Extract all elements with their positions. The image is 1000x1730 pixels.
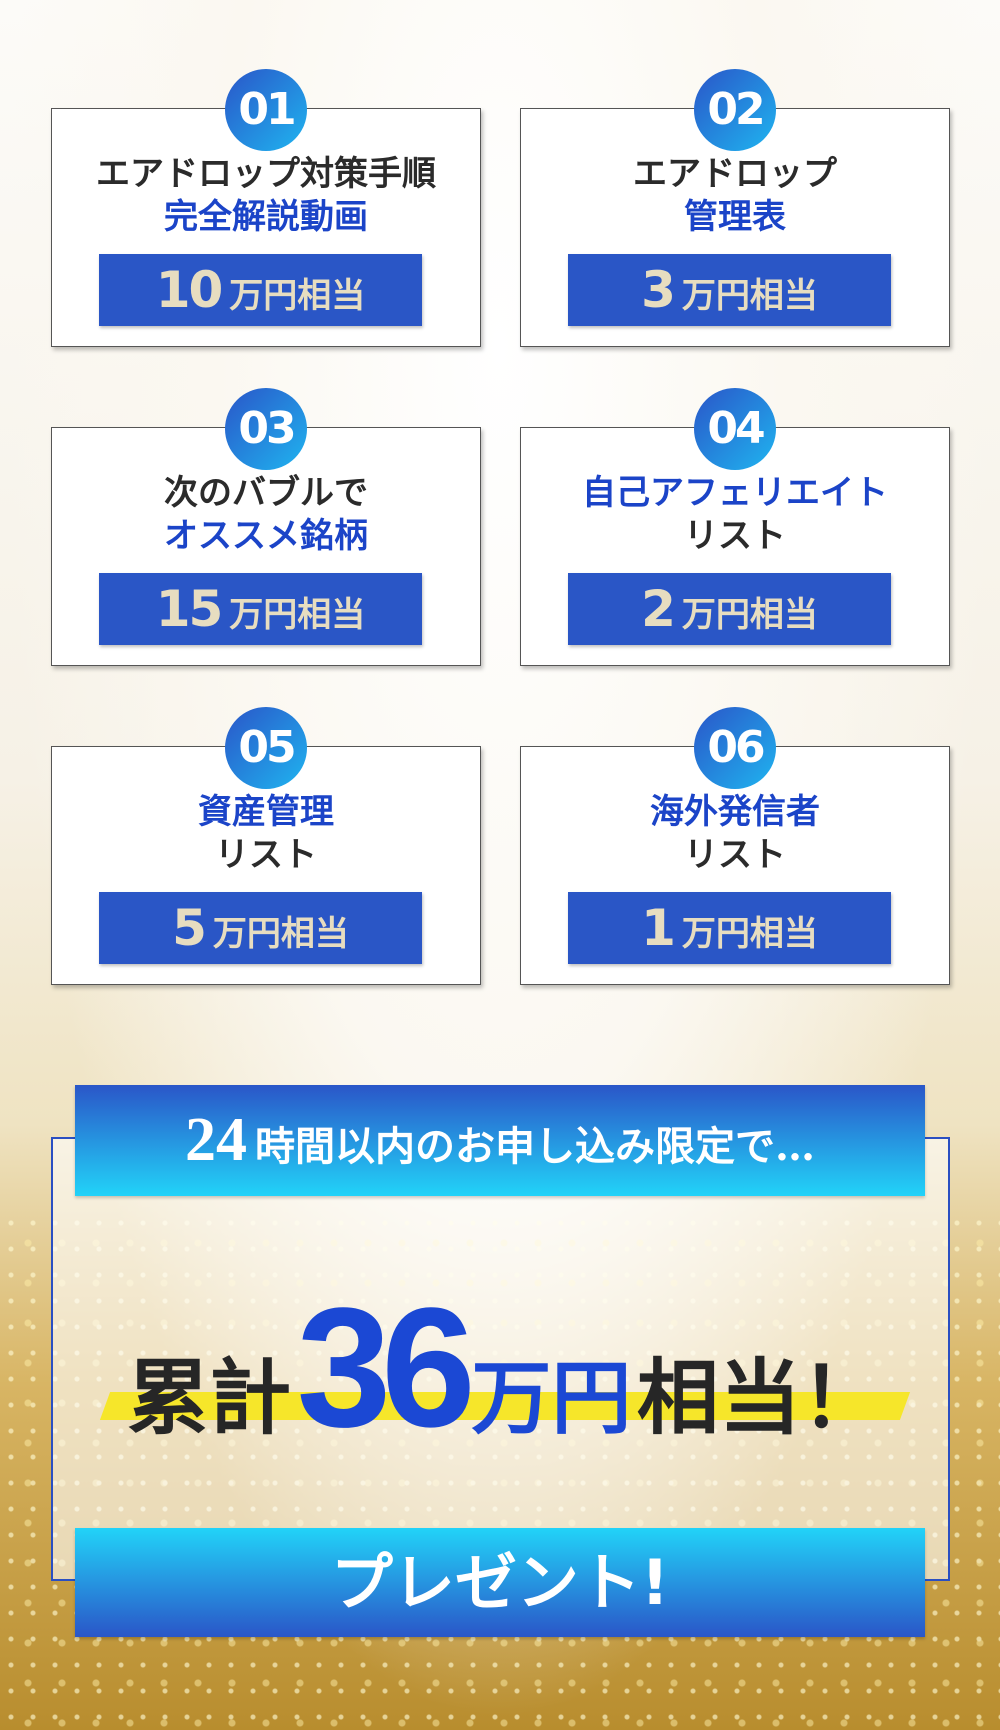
value-unit: 万円相当 bbox=[229, 276, 366, 316]
bonus-title: エアドロップ対策手順 完全解説動画 bbox=[52, 153, 480, 239]
value-unit: 万円相当 bbox=[229, 595, 366, 635]
value-bar: 5 万円相当 bbox=[99, 892, 422, 964]
value-bar: 10 万円相当 bbox=[99, 254, 422, 326]
value-number: 1 bbox=[641, 899, 676, 957]
number-badge: 02 bbox=[694, 69, 776, 151]
number-badge: 03 bbox=[225, 388, 307, 470]
bonus-card: 04 自己アフェリエイト リスト 2 万円相当 bbox=[520, 388, 950, 666]
bonus-title: 次のバブルで オススメ銘柄 bbox=[52, 472, 480, 558]
title-line-1: 海外発信者 bbox=[650, 792, 820, 832]
value-bar: 1 万円相当 bbox=[568, 892, 891, 964]
title-line-1: エアドロップ bbox=[633, 154, 837, 194]
limit-number: 24 bbox=[185, 1106, 247, 1174]
value-number: 10 bbox=[155, 261, 224, 319]
limit-text: 時間以内のお申し込み限定で… bbox=[255, 1123, 815, 1170]
value-unit: 万円相当 bbox=[681, 276, 818, 316]
value-number: 15 bbox=[155, 580, 224, 638]
number-badge: 01 bbox=[225, 69, 307, 151]
title-line-2: リスト bbox=[215, 835, 317, 875]
bonus-title: 自己アフェリエイト リスト bbox=[521, 472, 949, 558]
bonus-card: 05 資産管理 リスト 5 万円相当 bbox=[51, 707, 481, 985]
total-value: 36 bbox=[296, 1273, 476, 1463]
value-bar: 2 万円相当 bbox=[568, 573, 891, 645]
title-line-2: 完全解説動画 bbox=[164, 197, 368, 237]
title-line-1: 資産管理 bbox=[198, 792, 334, 832]
title-line-2: オススメ銘柄 bbox=[164, 516, 368, 556]
bonus-card: 06 海外発信者 リスト 1 万円相当 bbox=[520, 707, 950, 985]
value-unit: 万円相当 bbox=[681, 914, 818, 954]
title-line-1: エアドロップ対策手順 bbox=[96, 154, 436, 194]
value-unit: 万円相当 bbox=[681, 595, 818, 635]
value-bar: 15 万円相当 bbox=[99, 573, 422, 645]
title-line-2: リスト bbox=[684, 516, 786, 556]
bonus-card: 02 エアドロップ 管理表 3 万円相当 bbox=[520, 69, 950, 347]
value-number: 2 bbox=[641, 580, 676, 638]
total-value-headline: 累計 36 万円 相当！ bbox=[95, 1270, 915, 1463]
present-banner: プレゼント! bbox=[75, 1528, 925, 1637]
title-line-2: リスト bbox=[684, 835, 786, 875]
number-badge: 06 bbox=[694, 707, 776, 789]
value-unit: 万円相当 bbox=[212, 914, 349, 954]
bonus-title: エアドロップ 管理表 bbox=[521, 153, 949, 239]
number-badge: 04 bbox=[694, 388, 776, 470]
bonus-card: 03 次のバブルで オススメ銘柄 15 万円相当 bbox=[51, 388, 481, 666]
bonus-title: 資産管理 リスト bbox=[52, 791, 480, 877]
value-number: 5 bbox=[172, 899, 207, 957]
total-suffix: 相当！ bbox=[636, 1351, 883, 1446]
total-unit: 万円 bbox=[471, 1352, 632, 1445]
value-bar: 3 万円相当 bbox=[568, 254, 891, 326]
number-badge: 05 bbox=[225, 707, 307, 789]
value-number: 3 bbox=[641, 261, 676, 319]
time-limit-banner: 24 時間以内のお申し込み限定で… bbox=[75, 1085, 925, 1196]
title-line-1: 自己アフェリエイト bbox=[582, 473, 888, 513]
title-line-2: 管理表 bbox=[684, 197, 786, 237]
total-prefix: 累計 bbox=[127, 1351, 292, 1446]
bonus-title: 海外発信者 リスト bbox=[521, 791, 949, 877]
title-line-1: 次のバブルで bbox=[164, 473, 368, 513]
bonus-card: 01 エアドロップ対策手順 完全解説動画 10 万円相当 bbox=[51, 69, 481, 347]
